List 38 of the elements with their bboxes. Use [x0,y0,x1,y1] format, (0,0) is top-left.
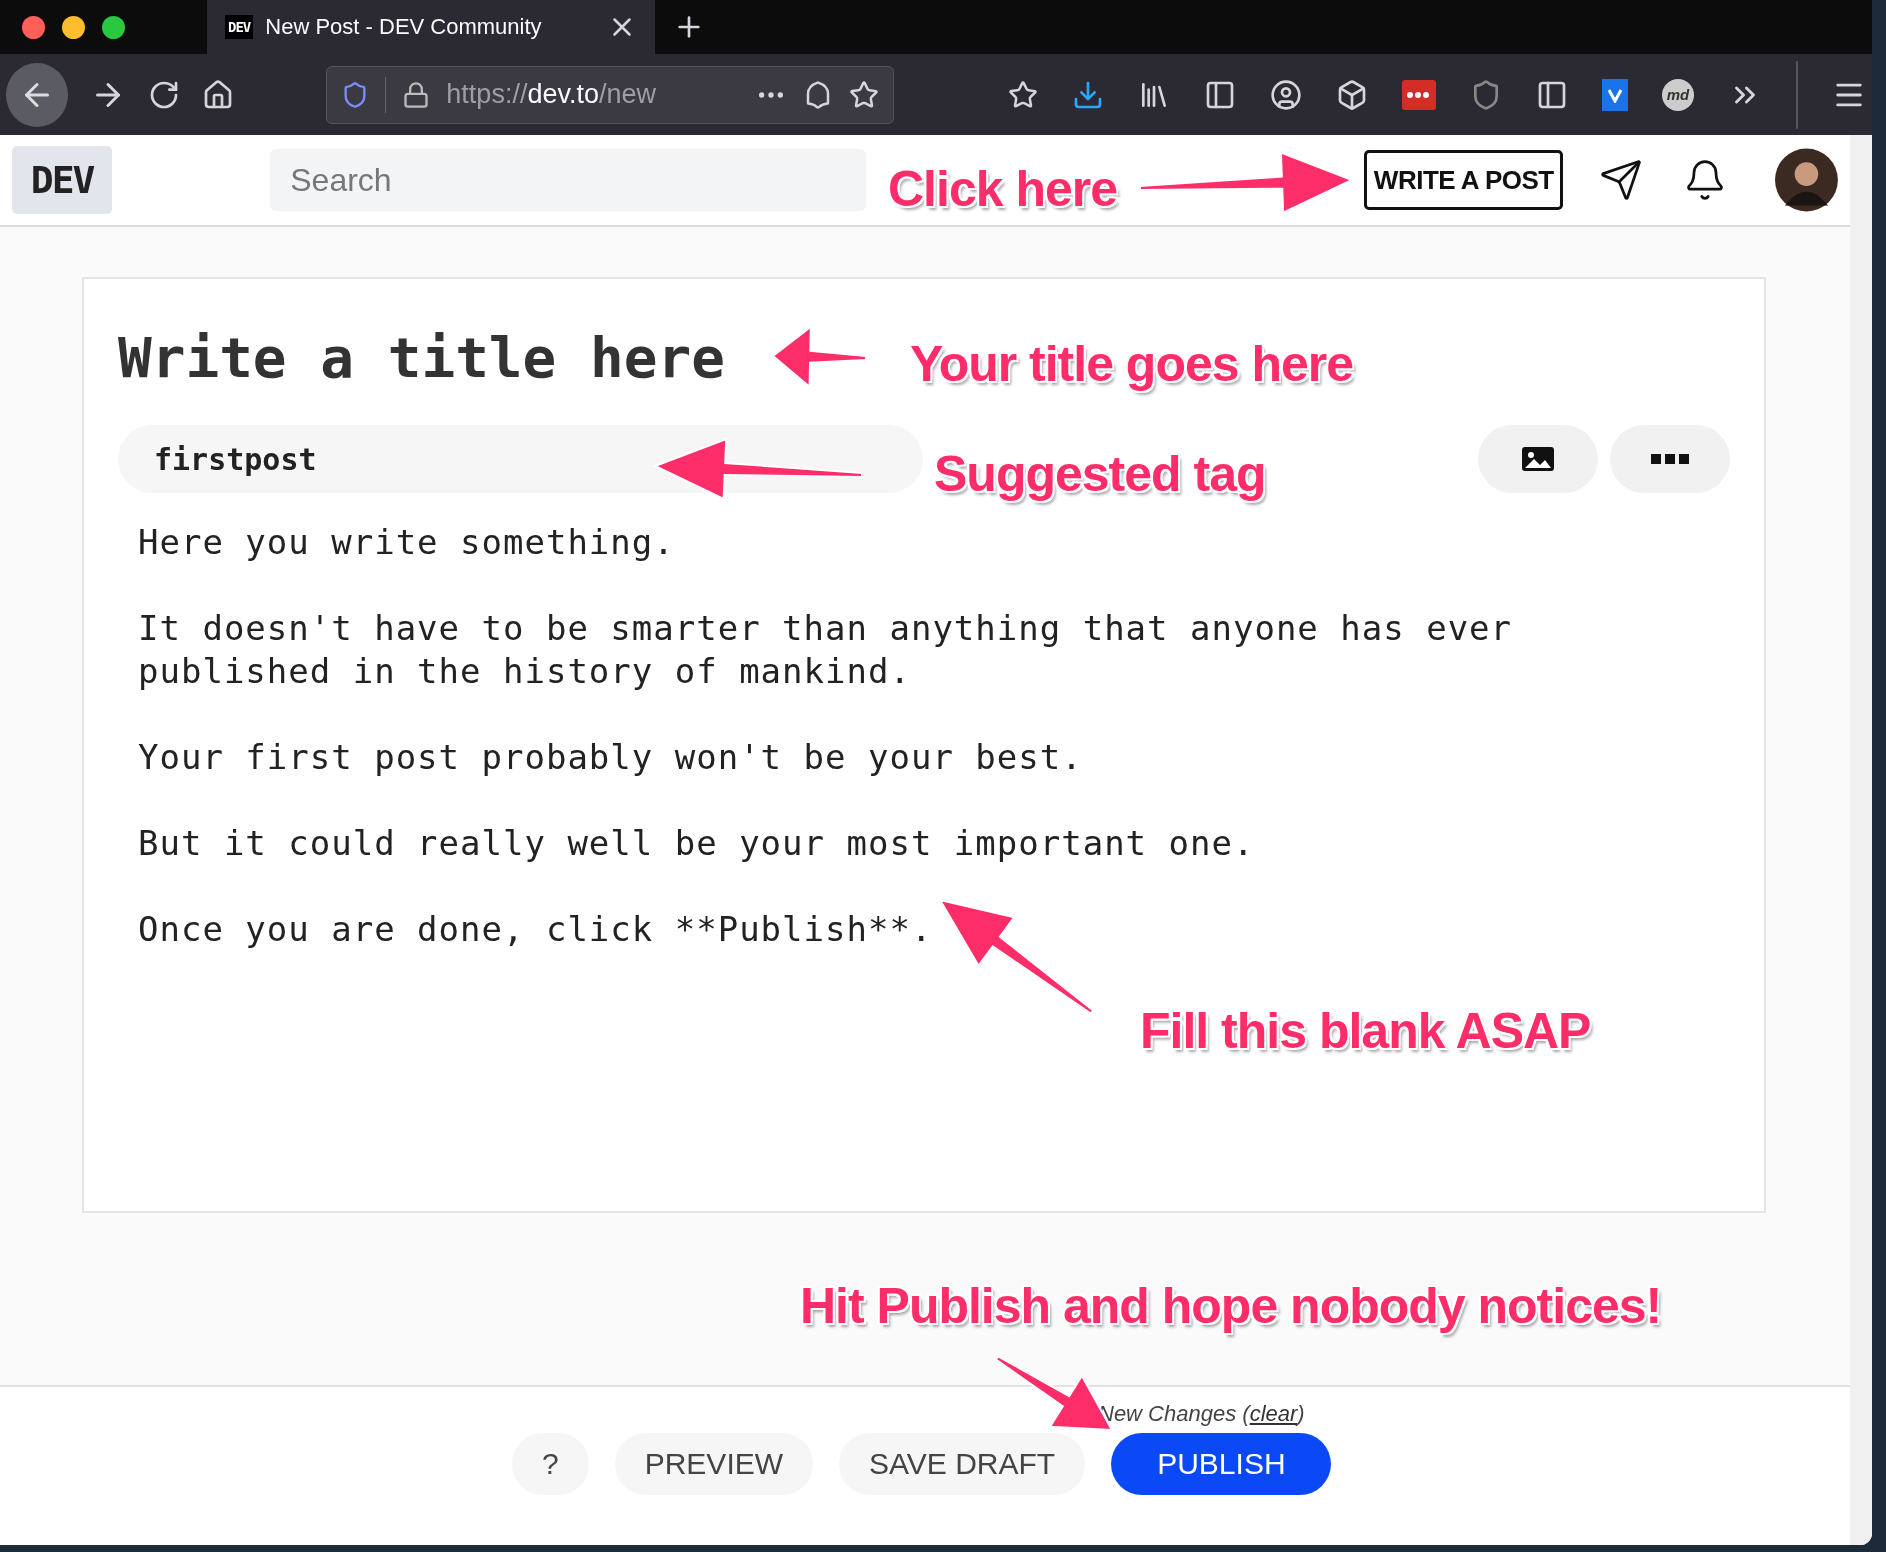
body-paragraph: Here you write something. [138,521,676,564]
annotation-text: Fill this blank ASAP [1140,1002,1591,1060]
search-field[interactable]: Search [270,149,867,211]
close-window-icon[interactable] [22,15,45,39]
cube-icon[interactable] [1336,78,1368,111]
extension-badge[interactable]: md [1662,78,1694,111]
minimize-window-icon[interactable] [62,15,85,39]
url-text: https://dev.to/new [446,79,657,110]
address-bar[interactable]: https://dev.to/new [326,65,894,124]
lock-icon [402,80,431,109]
maximize-window-icon[interactable] [102,15,125,39]
write-post-button[interactable]: WRITE A POST [1364,150,1564,210]
body-paragraph: Your first post probably won't be your best. [138,736,1084,779]
check-icon[interactable] [1602,78,1628,111]
logo[interactable]: DEV [12,146,113,214]
annotation-text: Click here [888,160,1117,218]
publish-button[interactable]: PUBLISH [1111,1433,1332,1495]
annotation-text: Hit Publish and hope nobody notices! [800,1277,1662,1335]
body-paragraph: But it could really well be your most important one. [138,822,1256,865]
password-icon[interactable] [1402,79,1436,110]
footer-button[interactable]: SAVE DRAFT [839,1433,1086,1495]
tag-field[interactable]: firstpost [118,425,923,493]
footer-button[interactable]: ? [512,1433,589,1495]
body-paragraph: Once you are done, click **Publish**. [138,908,934,951]
send-icon[interactable] [1599,158,1644,202]
footer-button[interactable]: PREVIEW [614,1433,814,1495]
avatar[interactable] [1775,148,1838,212]
star-icon[interactable] [849,79,879,110]
star-icon[interactable] [1008,79,1038,110]
annotation-text: Your title goes here [910,335,1354,393]
more-icon [1651,454,1689,464]
tab-title: New Post - DEV Community [265,14,543,40]
browser-tab[interactable]: DEV New Post - DEV Community [207,0,655,54]
annotation-text: Suggested tag [934,445,1266,503]
image-icon [1520,444,1556,474]
account-icon[interactable] [1270,78,1302,111]
body-paragraph: It doesn't have to be smarter than anything that anyone has ever published in the history of mankind. [138,607,1514,693]
favicon: DEV [225,15,254,39]
